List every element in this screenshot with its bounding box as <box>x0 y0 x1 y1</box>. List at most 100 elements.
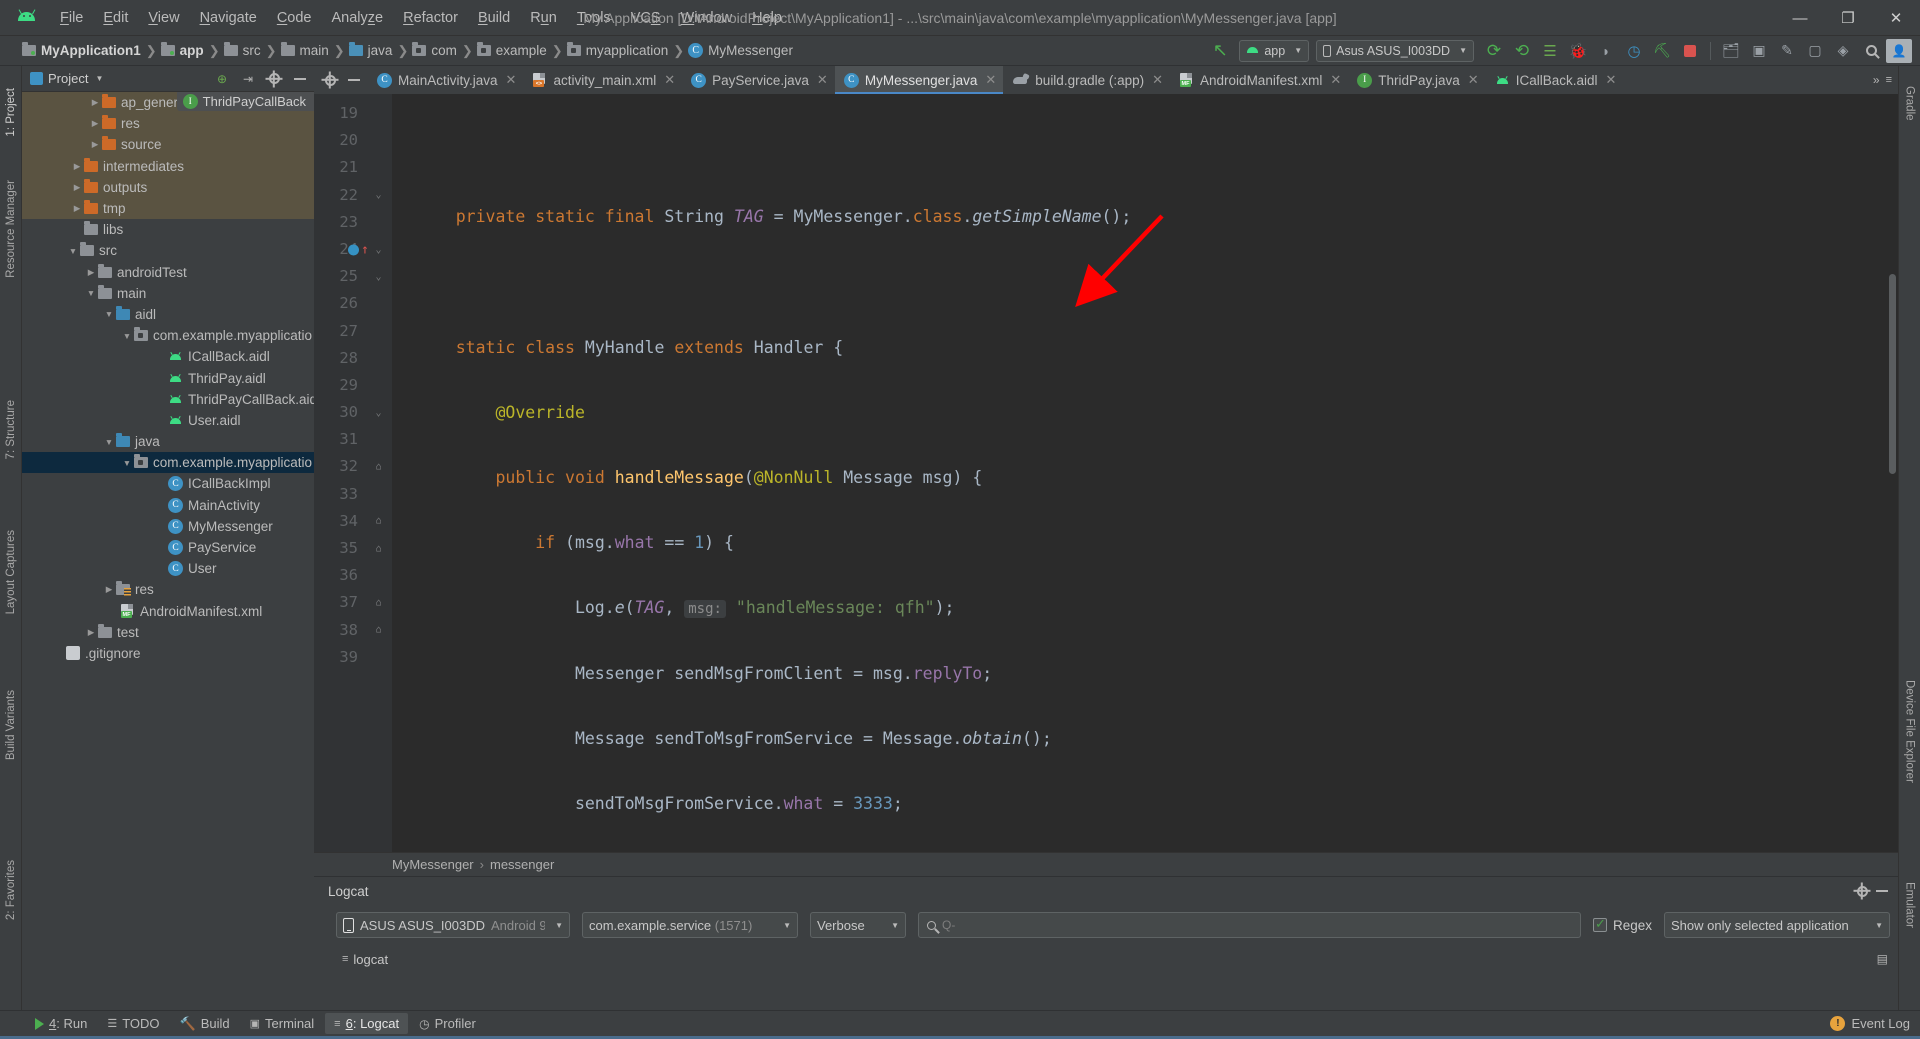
logcat-regex-checkbox[interactable]: Regex <box>1592 916 1652 933</box>
tree-row-thridpaycallback-aidl[interactable]: ThridPayCallBack.aidl <box>22 389 314 410</box>
project-structure-icon[interactable]: ◈ <box>1830 39 1856 63</box>
account-icon[interactable]: 👤 <box>1886 38 1912 63</box>
sync-gradle-icon[interactable]: ⟳ <box>1481 39 1507 63</box>
close-icon[interactable]: ✕ <box>1330 72 1341 88</box>
tab-icallback-aidl[interactable]: ICallBack.aidl ✕ <box>1486 66 1624 94</box>
stop-icon[interactable] <box>1677 39 1703 63</box>
menu-view[interactable]: View <box>138 6 189 30</box>
fold-icon[interactable]: ⌂ <box>373 462 384 473</box>
close-icon[interactable]: ✕ <box>506 72 517 88</box>
menu-code[interactable]: Code <box>267 6 322 30</box>
chevron-right-icon[interactable]: ▶ <box>102 584 116 595</box>
search-icon[interactable] <box>1858 39 1884 63</box>
tree-row-intermediates[interactable]: ▶ intermediates <box>22 155 314 177</box>
tab-overflow-icon[interactable]: » <box>1873 73 1880 87</box>
hide-icon[interactable] <box>1872 881 1892 901</box>
tab-androidmanifest-xml[interactable]: MF AndroidManifest.xml ✕ <box>1170 66 1348 94</box>
tab-mainactivity-java[interactable]: C MainActivity.java ✕ <box>368 66 523 94</box>
chevron-down-icon[interactable]: ▼ <box>102 437 116 447</box>
chevron-right-icon[interactable]: ▶ <box>88 118 102 129</box>
avd-icon[interactable]: ▣ <box>1746 39 1772 63</box>
tree-row-user[interactable]: C User <box>22 558 314 579</box>
minimize-button[interactable]: — <box>1776 0 1824 36</box>
fold-icon[interactable]: ⌄ <box>373 244 384 255</box>
chevron-right-icon[interactable]: ▶ <box>70 182 84 193</box>
tree-row-thridpay-aidl[interactable]: ThridPay.aidl <box>22 367 314 388</box>
settings-icon[interactable] <box>1852 881 1872 901</box>
close-icon[interactable]: ✕ <box>1468 72 1479 88</box>
rail-tab-gradle[interactable]: Gradle <box>1902 82 1918 125</box>
rail-tab-structure[interactable]: 7: Structure <box>3 396 19 463</box>
rail-tab-resource-manager[interactable]: Resource Manager <box>3 176 19 282</box>
breadcrumb-item-5[interactable]: com <box>431 43 457 58</box>
logcat-search-input[interactable]: Q- <box>918 912 1581 938</box>
menu-window[interactable]: Window <box>671 6 743 30</box>
code-editor[interactable]: 19 20 21 22⌄ 23 24↑⌄ 25⌄ 26 27 28 29 30⌄… <box>314 94 1898 852</box>
close-icon[interactable]: ✕ <box>985 72 996 88</box>
rail-tab-device-file-explorer[interactable]: Device File Explorer <box>1902 676 1918 787</box>
menu-navigate[interactable]: Navigate <box>190 6 267 30</box>
tab-payservice-java[interactable]: C PayService.java ✕ <box>682 66 835 94</box>
breadcrumb-item-4[interactable]: java <box>368 43 393 58</box>
toolwindow-run[interactable]: 4: Run <box>26 1013 96 1034</box>
menu-tools[interactable]: Tools <box>567 6 621 30</box>
logcat-level-selector[interactable]: Verbose ▼ <box>810 912 906 938</box>
breadcrumb-class[interactable]: MyMessenger <box>392 857 474 872</box>
project-panel-title-group[interactable]: Project ▼ <box>30 71 103 86</box>
tree-row-user-aidl[interactable]: User.aidl <box>22 410 314 431</box>
rail-tab-layout-captures[interactable]: Layout Captures <box>3 526 19 618</box>
tree-row-gitignore[interactable]: .gitignore <box>22 643 314 664</box>
tree-row-icallbackimpl[interactable]: C ICallBackImpl <box>22 473 314 494</box>
breadcrumb-item-7[interactable]: myapplication <box>586 43 669 58</box>
tree-row-libs[interactable]: libs <box>22 219 314 240</box>
rail-tab-favorites[interactable]: 2: Favorites <box>3 856 19 924</box>
editor-scrollbar[interactable] <box>1889 274 1896 474</box>
tree-row-aidl-package[interactable]: ▼ com.example.myapplicatio <box>22 325 314 346</box>
device-selector[interactable]: Asus ASUS_I003DD ▼ <box>1316 39 1474 62</box>
rail-tab-emulator[interactable]: Emulator <box>1902 878 1918 932</box>
chevron-down-icon[interactable]: ▼ <box>102 309 116 319</box>
fold-icon[interactable]: ⌄ <box>373 190 384 201</box>
chevron-right-icon[interactable]: ▶ <box>88 97 102 108</box>
breadcrumb-item-3[interactable]: main <box>300 43 329 58</box>
maximize-button[interactable]: ❐ <box>1824 0 1872 36</box>
close-icon[interactable]: ✕ <box>817 72 828 88</box>
project-tree[interactable]: I ThridPayCallBack ▶ap_generated_sources… <box>22 92 314 1010</box>
logcat-filter-selector[interactable]: Show only selected application ▼ <box>1664 912 1890 938</box>
toolwindow-terminal[interactable]: ▣ Terminal <box>241 1013 324 1034</box>
chevron-right-icon[interactable]: ▶ <box>88 139 102 150</box>
fold-icon[interactable]: ⌂ <box>373 625 384 636</box>
chevron-down-icon[interactable]: ▼ <box>66 246 80 256</box>
toolwindow-profiler[interactable]: ◷ Profiler <box>410 1013 485 1034</box>
menu-run[interactable]: Run <box>520 6 567 30</box>
tree-row-source[interactable]: ▶ source <box>22 134 314 156</box>
breakpoint-icon[interactable] <box>348 244 359 256</box>
chevron-right-icon[interactable]: ▶ <box>84 627 98 638</box>
attach-debugger-icon[interactable]: ◗ <box>1593 39 1619 63</box>
tree-row-mymessenger[interactable]: C MyMessenger <box>22 516 314 537</box>
rail-tab-project[interactable]: 1: Project <box>3 84 19 141</box>
rail-tab-build-variants[interactable]: Build Variants <box>3 686 19 764</box>
logcat-tab[interactable]: ≡ logcat <box>336 950 394 969</box>
tab-build-gradle-app[interactable]: build.gradle (:app) ✕ <box>1003 66 1170 94</box>
device-file-explorer-icon[interactable]: ▢ <box>1802 39 1828 63</box>
breadcrumb-item-0[interactable]: MyApplication1 <box>41 43 141 58</box>
menu-help[interactable]: Help <box>742 6 792 30</box>
make-project-icon[interactable]: ☰ <box>1537 39 1563 63</box>
settings-icon[interactable] <box>264 69 284 89</box>
menu-edit[interactable]: Edit <box>93 6 138 30</box>
logcat-device-selector[interactable]: ASUS ASUS_I003DD Android 9, / ▼ <box>336 912 570 938</box>
avd-manager-icon[interactable]: ⟲ <box>1509 39 1535 63</box>
run-with-coverage-icon[interactable]: ⛏ <box>1649 39 1675 63</box>
select-opened-file-icon[interactable]: ⊕ <box>212 69 232 89</box>
tree-row-tmp[interactable]: ▶ tmp <box>22 197 314 220</box>
hide-icon[interactable] <box>344 70 364 90</box>
fold-icon[interactable]: ⌄ <box>373 407 384 418</box>
run-gutter-icon[interactable]: ↑ <box>361 236 369 263</box>
tree-row-main[interactable]: ▼ main <box>22 283 314 304</box>
breadcrumb-member[interactable]: messenger <box>490 857 554 872</box>
tree-row-java-package[interactable]: ▼ com.example.myapplicatio <box>22 452 314 474</box>
tree-row-mainactivity[interactable]: C MainActivity <box>22 495 314 516</box>
tab-list-icon[interactable]: ≡ <box>1886 74 1892 86</box>
logcat-layout-icon[interactable]: ▤ <box>1877 952 1888 966</box>
